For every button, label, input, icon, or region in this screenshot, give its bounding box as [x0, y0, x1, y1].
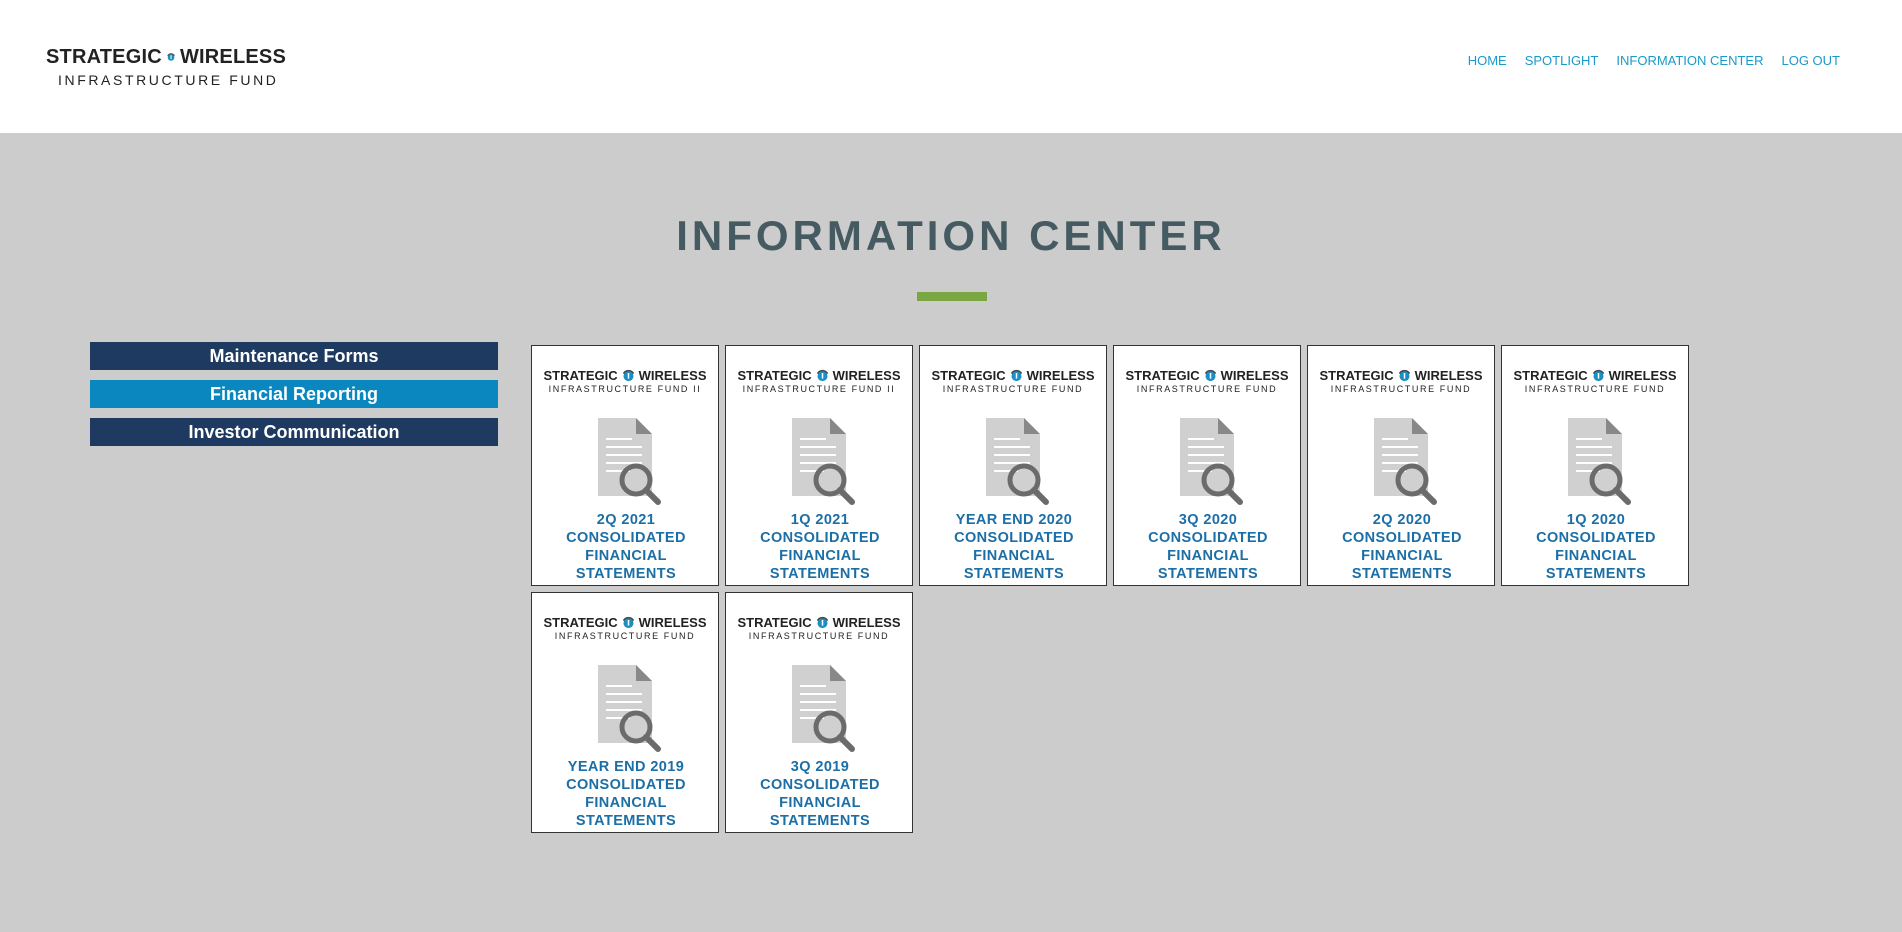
- card-logo-word-strategic: STRATEGIC: [1513, 368, 1588, 383]
- globe-signal-icon: [622, 616, 634, 629]
- logo-subtitle: INFRASTRUCTURE FUND: [58, 72, 279, 88]
- title-divider: [917, 292, 987, 301]
- nav-information-center[interactable]: INFORMATION CENTER: [1616, 53, 1763, 68]
- site-logo[interactable]: STRATEGIC WIRELESS INFRASTRUCTURE FUND: [46, 45, 286, 89]
- page-title: INFORMATION CENTER: [676, 212, 1226, 259]
- card-logo-word-wireless: WIRELESS: [638, 368, 707, 383]
- card-logo-word-strategic: STRATEGIC: [543, 615, 618, 630]
- document-card[interactable]: STRATEGIC WIRELESS INFRASTRUCTURE FUND 1…: [1501, 345, 1689, 586]
- card-logo-word-strategic: STRATEGIC: [1125, 368, 1200, 383]
- card-logo: STRATEGIC WIRELESS INFRASTRUCTURE FUND: [532, 615, 718, 641]
- card-logo-word-wireless: WIRELESS: [1414, 368, 1483, 383]
- category-sidebar: Maintenance Forms Financial Reporting In…: [90, 342, 498, 456]
- globe-signal-icon: [1010, 369, 1022, 382]
- card-logo: STRATEGIC WIRELESS INFRASTRUCTURE FUND: [920, 368, 1106, 394]
- card-logo-word-strategic: STRATEGIC: [1319, 368, 1394, 383]
- card-logo-word-wireless: WIRELESS: [1026, 368, 1095, 383]
- card-title: YEAR END 2019 CONSOLIDATED FINANCIAL STA…: [566, 759, 686, 829]
- globe-signal-icon: [1592, 369, 1604, 382]
- document-search-icon: [598, 418, 661, 505]
- card-title: 2Q 2021 CONSOLIDATED FINANCIAL STATEMENT…: [566, 512, 686, 582]
- logo-wordmark: STRATEGIC WIRELESS: [46, 45, 286, 69]
- document-card[interactable]: STRATEGIC WIRELESS INFRASTRUCTURE FUND Y…: [531, 592, 719, 833]
- card-title: 3Q 2019 CONSOLIDATED FINANCIAL STATEMENT…: [760, 759, 880, 829]
- card-logo-wordmark: STRATEGIC WIRELESS: [532, 615, 718, 630]
- document-grid: STRATEGIC WIRELESS INFRASTRUCTURE FUND I…: [531, 345, 1701, 833]
- card-logo-word-strategic: STRATEGIC: [737, 368, 812, 383]
- card-logo: STRATEGIC WIRELESS INFRASTRUCTURE FUND: [1502, 368, 1688, 394]
- card-logo-wordmark: STRATEGIC WIRELESS: [726, 615, 912, 630]
- logo-word-wireless: WIRELESS: [179, 45, 286, 68]
- card-logo: STRATEGIC WIRELESS INFRASTRUCTURE FUND I…: [532, 368, 718, 394]
- card-title: YEAR END 2020 CONSOLIDATED FINANCIAL STA…: [954, 512, 1074, 582]
- globe-signal-icon: [1398, 369, 1410, 382]
- card-title: 1Q 2021 CONSOLIDATED FINANCIAL STATEMENT…: [760, 512, 880, 582]
- globe-signal-icon: [622, 369, 634, 382]
- document-search-icon: [1568, 418, 1631, 505]
- nav-spotlight[interactable]: SPOTLIGHT: [1525, 53, 1599, 68]
- document-search-icon: [598, 665, 661, 752]
- card-logo-fund: INFRASTRUCTURE FUND: [748, 631, 890, 641]
- card-logo-fund: INFRASTRUCTURE FUND: [1524, 384, 1666, 394]
- document-card[interactable]: STRATEGIC WIRELESS INFRASTRUCTURE FUND 3…: [1113, 345, 1301, 586]
- sidebar-item-investor-communication[interactable]: Investor Communication: [90, 418, 498, 446]
- card-logo-wordmark: STRATEGIC WIRELESS: [1502, 368, 1688, 383]
- card-logo-word-wireless: WIRELESS: [832, 615, 901, 630]
- nav-home[interactable]: HOME: [1468, 53, 1507, 68]
- document-card[interactable]: STRATEGIC WIRELESS INFRASTRUCTURE FUND I…: [531, 345, 719, 586]
- card-title: 2Q 2020 CONSOLIDATED FINANCIAL STATEMENT…: [1342, 512, 1462, 582]
- document-search-icon: [986, 418, 1049, 505]
- card-title: 1Q 2020 CONSOLIDATED FINANCIAL STATEMENT…: [1536, 512, 1656, 582]
- card-logo-word-wireless: WIRELESS: [1220, 368, 1289, 383]
- document-card[interactable]: STRATEGIC WIRELESS INFRASTRUCTURE FUND 3…: [725, 592, 913, 833]
- card-logo-wordmark: STRATEGIC WIRELESS: [532, 368, 718, 383]
- document-search-icon: [1180, 418, 1243, 505]
- sidebar-item-financial-reporting[interactable]: Financial Reporting: [90, 380, 498, 408]
- card-logo-fund: INFRASTRUCTURE FUND: [1330, 384, 1472, 394]
- card-logo-fund: INFRASTRUCTURE FUND: [554, 631, 696, 641]
- card-logo-fund: INFRASTRUCTURE FUND: [942, 384, 1084, 394]
- logo-word-strategic: STRATEGIC: [46, 45, 162, 68]
- card-logo-wordmark: STRATEGIC WIRELESS: [1114, 368, 1300, 383]
- document-card[interactable]: STRATEGIC WIRELESS INFRASTRUCTURE FUND 2…: [1307, 345, 1495, 586]
- document-card[interactable]: STRATEGIC WIRELESS INFRASTRUCTURE FUND I…: [725, 345, 913, 586]
- card-logo-word-wireless: WIRELESS: [638, 615, 707, 630]
- document-search-icon: [1374, 418, 1437, 505]
- card-logo-fund: INFRASTRUCTURE FUND II: [548, 384, 702, 394]
- card-logo: STRATEGIC WIRELESS INFRASTRUCTURE FUND I…: [726, 368, 912, 394]
- site-header: STRATEGIC WIRELESS INFRASTRUCTURE FUND H…: [0, 0, 1902, 133]
- globe-signal-icon: [816, 616, 828, 629]
- card-logo-wordmark: STRATEGIC WIRELESS: [1308, 368, 1494, 383]
- card-logo-fund: INFRASTRUCTURE FUND: [1136, 384, 1278, 394]
- card-logo: STRATEGIC WIRELESS INFRASTRUCTURE FUND: [726, 615, 912, 641]
- card-logo-word-wireless: WIRELESS: [832, 368, 901, 383]
- card-logo-word-strategic: STRATEGIC: [737, 615, 812, 630]
- card-logo: STRATEGIC WIRELESS INFRASTRUCTURE FUND: [1308, 368, 1494, 394]
- main-nav: HOME SPOTLIGHT INFORMATION CENTER LOG OU…: [1468, 53, 1840, 68]
- sidebar-item-maintenance-forms[interactable]: Maintenance Forms: [90, 342, 498, 370]
- globe-signal-icon: [1204, 369, 1216, 382]
- card-title: 3Q 2020 CONSOLIDATED FINANCIAL STATEMENT…: [1148, 512, 1268, 582]
- card-logo-word-strategic: STRATEGIC: [543, 368, 618, 383]
- card-logo-wordmark: STRATEGIC WIRELESS: [726, 368, 912, 383]
- globe-signal-icon: [816, 369, 828, 382]
- document-card[interactable]: STRATEGIC WIRELESS INFRASTRUCTURE FUND Y…: [919, 345, 1107, 586]
- card-logo-wordmark: STRATEGIC WIRELESS: [920, 368, 1106, 383]
- document-search-icon: [792, 665, 855, 752]
- card-logo-word-wireless: WIRELESS: [1608, 368, 1677, 383]
- card-logo: STRATEGIC WIRELESS INFRASTRUCTURE FUND: [1114, 368, 1300, 394]
- card-logo-fund: INFRASTRUCTURE FUND II: [742, 384, 896, 394]
- globe-signal-icon: [167, 53, 175, 61]
- card-logo-word-strategic: STRATEGIC: [931, 368, 1006, 383]
- nav-log-out[interactable]: LOG OUT: [1781, 53, 1840, 68]
- document-search-icon: [792, 418, 855, 505]
